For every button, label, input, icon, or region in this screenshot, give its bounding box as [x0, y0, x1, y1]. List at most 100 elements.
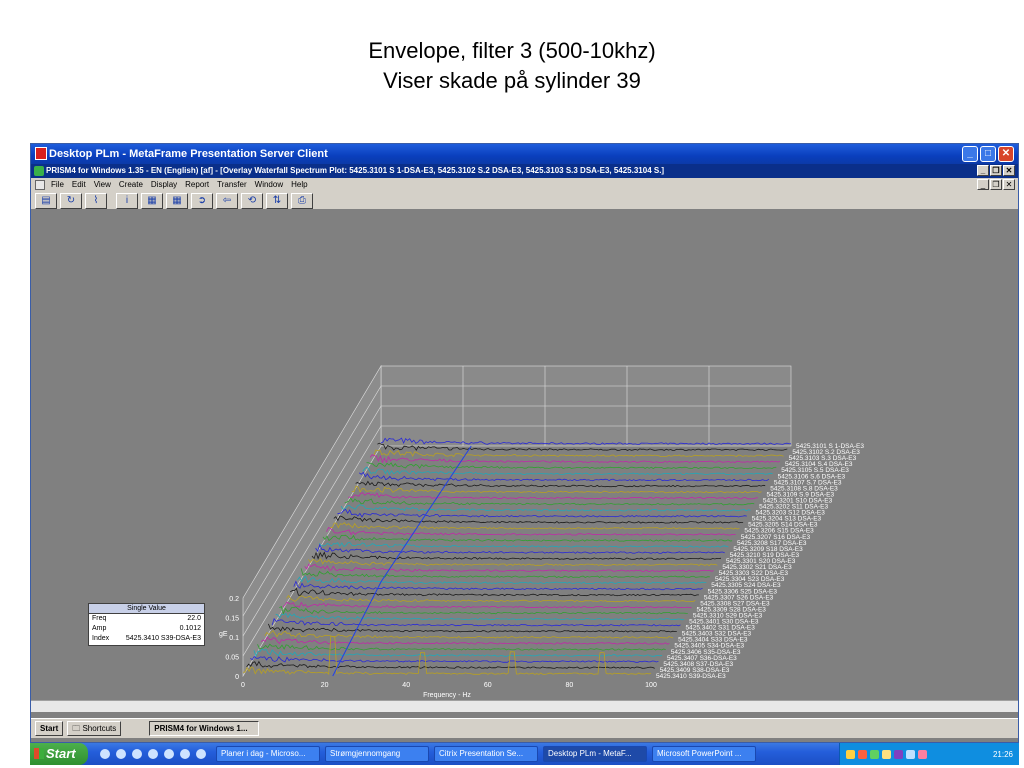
quick-launch-icon[interactable]: [132, 749, 142, 759]
close-button[interactable]: ✕: [998, 146, 1014, 162]
series-line: [322, 534, 733, 542]
menu-create[interactable]: Create: [119, 178, 143, 192]
back-icon[interactable]: ⇦: [216, 192, 238, 209]
task-folder[interactable]: Strømgjennomgang: [325, 746, 429, 762]
prism-task-button[interactable]: PRISM4 for Windows 1...: [149, 721, 260, 736]
y-tick-label: 0.1: [229, 635, 239, 642]
app-icon: [35, 147, 47, 160]
y-axis-label: gE: [219, 631, 228, 638]
system-tray: 21:26: [839, 743, 1019, 765]
x-tick-label: 20: [321, 682, 329, 689]
citrix-window-title: Desktop PLm - MetaFrame Presentation Ser…: [49, 148, 328, 160]
quick-launch-icon[interactable]: [148, 749, 158, 759]
shortcuts-button[interactable]: 🗀 Shortcuts: [67, 721, 122, 736]
series-line: [275, 612, 685, 621]
quick-launch: [100, 749, 206, 759]
horizontal-scrollbar[interactable]: [31, 700, 1018, 712]
refresh-icon[interactable]: ↻: [60, 192, 82, 209]
series-line: [348, 492, 758, 500]
series-line: [286, 594, 696, 603]
doc-minimize-button[interactable]: _: [977, 179, 989, 190]
x-tick-label: 40: [402, 682, 410, 689]
single-value-box: Single Value Freq 22.0 Amp 0.1012 Index 542…: [88, 603, 205, 646]
quick-launch-icon[interactable]: [180, 749, 190, 759]
tray-icon[interactable]: [846, 749, 855, 759]
forward-icon[interactable]: ➲: [191, 192, 213, 209]
folder-icon: 🗀: [72, 724, 83, 733]
quick-launch-icon[interactable]: [100, 749, 110, 759]
series-label: 5425.3410 S39-DSA-E3: [656, 673, 726, 680]
task-desktop-plm[interactable]: Desktop PLm - MetaF...: [543, 746, 647, 762]
quick-launch-icon[interactable]: [164, 749, 174, 759]
quick-launch-icon[interactable]: [196, 749, 206, 759]
menu-bar: File Edit View Create Display Report Tra…: [31, 178, 1018, 192]
citrix-title-bar[interactable]: Desktop PLm - MetaFrame Presentation Ser…: [31, 144, 1018, 164]
clock: 21:26: [992, 749, 1013, 759]
index-label: Index: [92, 635, 110, 642]
tray-icon[interactable]: [918, 749, 927, 759]
tray-icon[interactable]: [858, 749, 867, 759]
tray-icon[interactable]: [894, 749, 903, 759]
series-line: [308, 558, 718, 566]
prism-close-button[interactable]: ✕: [1003, 165, 1015, 176]
series-line: [319, 542, 729, 548]
toolbar: ▤ ↻ ⌇ i ▦ ▦ ➲ ⇦ ⟲ ⇅ ⎙: [31, 192, 1018, 210]
tray-icon[interactable]: [882, 749, 891, 759]
menu-display[interactable]: Display: [151, 178, 177, 192]
series-line: [260, 636, 670, 645]
print-icon[interactable]: ⎙: [291, 192, 313, 209]
y-tick-label: 0.2: [229, 596, 239, 603]
x-axis-label: Frequency - Hz: [423, 692, 471, 699]
swap-icon[interactable]: ⇅: [266, 192, 288, 209]
prism-restore-button[interactable]: ❐: [990, 165, 1002, 176]
waterfall-color-icon[interactable]: ▦: [166, 192, 188, 209]
freq-label: Freq: [92, 615, 107, 622]
info-icon[interactable]: i: [116, 192, 138, 209]
menu-edit[interactable]: Edit: [72, 178, 86, 192]
tray-icon[interactable]: [906, 749, 915, 759]
single-value-heading: Single Value: [89, 604, 204, 614]
shortcuts-label: Shortcuts: [82, 724, 117, 733]
task-outlook[interactable]: Planer i dag - Microso...: [216, 746, 320, 762]
inner-start-button[interactable]: Start: [35, 721, 64, 736]
menu-help[interactable]: Help: [291, 178, 307, 192]
windows-flag-icon: [34, 748, 44, 759]
prism-icon: [34, 166, 44, 176]
inner-taskbar: Start 🗀 Shortcuts PRISM4 for Windows 1..…: [31, 718, 1018, 738]
doc-close-button[interactable]: ✕: [1003, 179, 1015, 190]
menu-window[interactable]: Window: [255, 178, 283, 192]
index-value: 5425.3410 S39-DSA-E3: [125, 635, 201, 642]
side-gridline: [242, 405, 382, 637]
xp-start-label: Start: [46, 746, 76, 761]
waterfall-icon[interactable]: ▦: [141, 192, 163, 209]
xp-start-button[interactable]: Start: [30, 743, 88, 765]
menu-view[interactable]: View: [94, 178, 111, 192]
minimize-button[interactable]: _: [962, 146, 978, 162]
doc-restore-button[interactable]: ❐: [990, 179, 1002, 190]
series-line: [246, 660, 655, 669]
task-powerpoint[interactable]: Microsoft PowerPoint ...: [652, 746, 756, 762]
cycle-icon[interactable]: ⟲: [241, 192, 263, 209]
citrix-window: Desktop PLm - MetaFrame Presentation Ser…: [30, 143, 1019, 743]
menu-transfer[interactable]: Transfer: [217, 178, 247, 192]
tray-icon[interactable]: [870, 749, 879, 759]
series-line: [264, 629, 674, 639]
series-line: [351, 485, 762, 494]
filter-icon[interactable]: ⌇: [85, 192, 107, 209]
series-line: [366, 462, 777, 470]
chart-icon[interactable]: ▤: [35, 192, 57, 209]
series-line: [282, 601, 692, 609]
document-icon[interactable]: [35, 180, 45, 190]
menu-file[interactable]: File: [51, 178, 64, 192]
maximize-button[interactable]: □: [980, 146, 996, 162]
prism-window-title: PRISM4 for Windows 1.35 - EN (English) […: [46, 166, 665, 175]
prism-minimize-button[interactable]: _: [977, 165, 989, 176]
series-line: [330, 522, 740, 530]
prism-title-bar[interactable]: PRISM4 for Windows 1.35 - EN (English) […: [31, 164, 1018, 178]
task-citrix[interactable]: Citrix Presentation Se...: [434, 746, 538, 762]
quick-launch-icon[interactable]: [116, 749, 126, 759]
freq-value: 22.0: [187, 615, 201, 622]
y-tick-label: 0.05: [225, 655, 239, 662]
menu-report[interactable]: Report: [185, 178, 209, 192]
series-line: [279, 606, 688, 615]
